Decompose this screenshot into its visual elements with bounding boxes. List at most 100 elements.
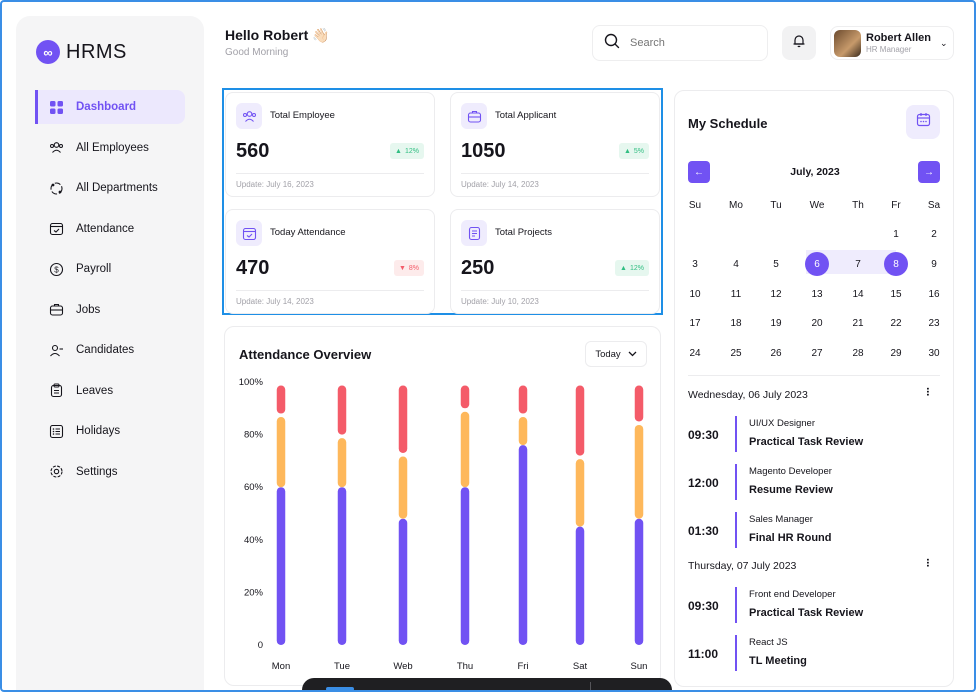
bar-segment [634,424,644,519]
calendar-day[interactable]: 23 [922,312,946,336]
stat-card[interactable]: Total Employee 560 ▲ 12% Update: July 16, 20… [225,92,435,197]
stat-card[interactable]: Today Attendance 470 ▼ 8% Update: July 14, 2… [225,209,435,314]
user-menu[interactable]: Robert Allen HR Manager ⌄ [830,26,954,60]
bar-segment [460,385,470,409]
bar-segment [337,438,347,488]
trend-badge: ▲ 12% [390,143,424,159]
sidebar-item-label: Attendance [76,222,135,235]
sidebar-item-candidates[interactable]: Candidates [35,333,185,367]
next-month-button[interactable]: → [918,161,940,183]
calendar-day[interactable]: 26 [764,341,788,365]
stat-card[interactable]: Total Projects 250 ▲ 12% Update: July 10, 20… [450,209,660,314]
calendar-day[interactable]: 14 [846,282,870,306]
calendar-day[interactable]: 12 [764,282,788,306]
calendar-day[interactable]: 16 [922,282,946,306]
document-icon [461,220,487,246]
trend-up-icon: ▲ [620,264,627,272]
calendar-day[interactable]: 17 [683,312,707,336]
divider [236,290,424,291]
calendar-day[interactable]: 28 [846,341,870,365]
calendar-day[interactable]: 27 [805,341,829,365]
sidebar-item-leaves[interactable]: Leaves [35,374,185,408]
sidebar-item-payroll[interactable]: $ Payroll [35,252,185,286]
sidebar-item-dashboard[interactable]: Dashboard [35,90,185,124]
search-input[interactable] [630,37,750,49]
schedule-event[interactable]: 09:30 UI/UX Designer Practical Task Review [688,416,942,456]
calendar-day[interactable]: 2 [922,223,946,247]
divider [461,173,649,174]
calendar-day[interactable]: 25 [724,341,748,365]
stat-label: Today Attendance [270,227,346,238]
trend-value: 12% [629,264,644,272]
calendar-day[interactable]: 30 [922,341,946,365]
weekday-label: Th [852,199,864,211]
calendar-day[interactable]: 6 [805,252,829,277]
schedule-event[interactable]: 11:00 React JS TL Meeting [688,635,942,675]
more-options-icon[interactable]: ··· [921,387,935,396]
schedule-event[interactable]: 01:30 Sales Manager Final HR Round [688,512,942,552]
trend-badge: ▼ 8% [393,260,424,276]
calendar-day[interactable]: 9 [922,252,946,276]
greeting: Hello Robert 👋🏻 Good Morning [225,27,330,58]
calendar-day[interactable]: 7 [846,252,870,276]
calendar-day[interactable]: 15 [884,282,908,306]
bar-segment [634,385,644,422]
schedule-title: My Schedule [688,116,768,131]
divider [236,173,424,174]
calendar-check-icon [236,220,262,246]
sidebar-item-label: Settings [76,465,118,478]
taskbar-item[interactable] [326,687,354,691]
sidebar-item-label: Candidates [76,344,135,356]
weekday-label: Mo [729,199,743,211]
calendar-day[interactable]: 3 [683,252,707,276]
sidebar-item-holidays[interactable]: Holidays [35,414,185,448]
user-name: Robert Allen [866,32,931,44]
trend-badge: ▲ 12% [615,260,649,276]
dollar-icon: $ [48,261,64,277]
calendar-day[interactable]: 4 [724,252,748,276]
calendar-day[interactable]: 29 [884,341,908,365]
schedule-event[interactable]: 12:00 Magento Developer Resume Review [688,464,942,504]
bar-segment [398,518,408,645]
sidebar-item-all-departments[interactable]: All Departments [35,171,185,205]
calendar-day[interactable]: 21 [846,312,870,336]
search-box[interactable] [592,25,768,61]
calendar-day[interactable]: 24 [683,341,707,365]
stat-update: Update: July 14, 2023 [236,297,314,306]
calendar-day[interactable]: 18 [724,312,748,336]
calendar-day[interactable]: 11 [724,282,748,306]
sidebar-item-settings[interactable]: Settings [35,455,185,489]
logo[interactable]: ∞ HRMS [36,40,127,64]
bar-segment [518,417,528,446]
event-title: Practical Task Review [749,436,864,448]
sidebar-item-attendance[interactable]: Attendance [35,212,185,246]
sidebar-item-jobs[interactable]: Jobs [35,293,185,327]
y-tick-label: 40% [244,535,264,546]
event-divider [735,635,737,671]
calendar-day[interactable]: 19 [764,312,788,336]
notifications-button[interactable] [782,26,816,60]
calendar-day[interactable]: 5 [764,252,788,276]
event-title: TL Meeting [749,655,807,667]
calendar-day[interactable]: 20 [805,312,829,336]
event-time: 12:00 [688,476,719,490]
stat-card[interactable]: Total Applicant 1050 ▲ 5% Update: July 14, 2… [450,92,660,197]
more-options-icon[interactable]: ··· [921,558,935,567]
schedule-panel: My Schedule ← July, 2023 → Su Mo Tu We Th Fr S… [674,90,954,687]
sidebar-item-all-employees[interactable]: All Employees [35,131,185,165]
taskbar [302,678,672,692]
x-tick-label: Sun [631,661,648,672]
calendar-day[interactable]: 10 [683,282,707,306]
weekday-label: Tu [770,199,782,211]
event-time: 09:30 [688,599,719,613]
calendar-button[interactable] [906,105,940,139]
schedule-event[interactable]: 09:30 Front end Developer Practical Task R… [688,587,942,627]
calendar-day[interactable]: 22 [884,312,908,336]
gear-icon [48,464,64,480]
stat-value: 250 [461,257,495,279]
event-time: 01:30 [688,524,719,538]
calendar-day[interactable]: 13 [805,282,829,306]
calendar-row: Su Mo Tu We Th Fr Sa [675,193,955,223]
calendar-day[interactable]: 8 [884,252,908,277]
calendar-day[interactable]: 1 [884,223,908,247]
